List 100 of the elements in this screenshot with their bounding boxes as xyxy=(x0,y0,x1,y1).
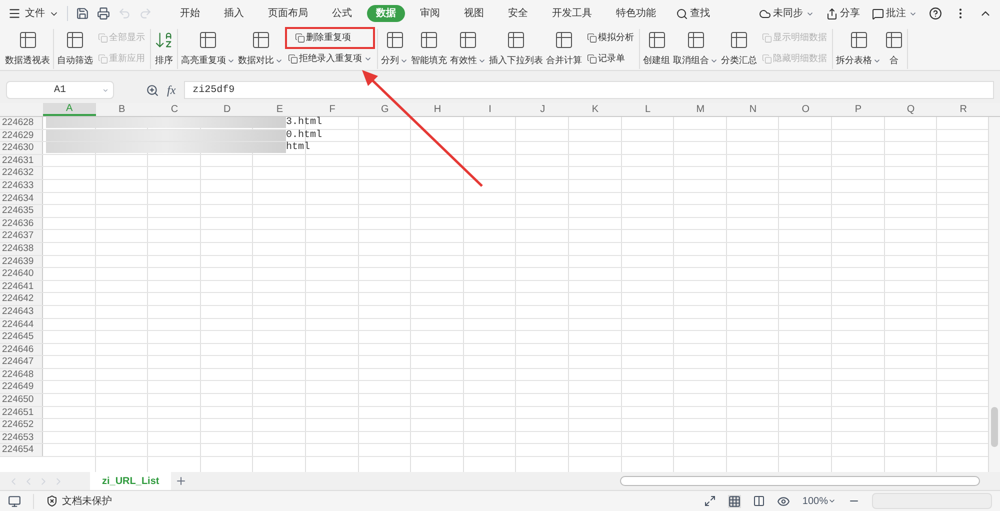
row-header[interactable]: 224645 xyxy=(0,331,43,343)
row-header[interactable]: 224648 xyxy=(0,368,43,380)
column-header[interactable]: Q xyxy=(884,103,938,116)
row-header[interactable]: 224653 xyxy=(0,432,43,444)
ribbon-button[interactable]: 取消组合 xyxy=(672,30,719,68)
vertical-scrollbar[interactable] xyxy=(988,117,1000,472)
ribbon-button[interactable]: 合并计算 xyxy=(545,30,583,68)
ribbon-tab[interactable]: 开发工具 xyxy=(543,5,601,22)
column-header[interactable]: I xyxy=(464,103,516,116)
row-header[interactable]: 224633 xyxy=(0,180,43,192)
toolbar-button[interactable]: 分享 xyxy=(826,6,860,21)
row-header[interactable]: 224646 xyxy=(0,344,43,356)
column-header[interactable]: F xyxy=(306,103,359,116)
row-header[interactable]: 224631 xyxy=(0,154,43,166)
row-header[interactable]: 224650 xyxy=(0,394,43,406)
row-header[interactable]: 224629 xyxy=(0,130,43,142)
column-header[interactable]: D xyxy=(200,103,254,116)
row-header[interactable]: 224639 xyxy=(0,256,43,268)
row-header[interactable]: 224651 xyxy=(0,406,43,418)
row-header[interactable]: 224652 xyxy=(0,419,43,431)
ribbon-button[interactable]: 数据透视表 xyxy=(4,30,51,68)
ribbon-button[interactable]: 有效性 xyxy=(449,30,487,68)
search-button[interactable]: 查找 xyxy=(676,6,710,21)
ribbon-tab[interactable]: 开始 xyxy=(171,5,209,22)
add-sheet-icon[interactable] xyxy=(175,475,188,487)
protection-status[interactable]: 文档未保护 xyxy=(33,494,112,508)
row-header[interactable]: 224638 xyxy=(0,242,43,255)
ribbon-button[interactable]: 智能填充 xyxy=(410,30,448,68)
file-menu[interactable]: 文件 xyxy=(8,6,68,21)
ribbon-button[interactable]: 拆分表格 xyxy=(835,30,882,68)
ribbon-tab[interactable]: 审阅 xyxy=(411,5,449,22)
zoom-level[interactable]: 100% xyxy=(802,494,836,508)
name-box[interactable]: A1 xyxy=(6,81,114,99)
column-header[interactable]: E xyxy=(253,103,306,116)
row-header[interactable]: 224640 xyxy=(0,268,43,280)
row-header[interactable]: 224641 xyxy=(0,280,43,292)
toolbar-button[interactable]: 批注 xyxy=(872,6,917,21)
ribbon-button[interactable]: 自动筛选 xyxy=(56,30,94,68)
ribbon-small-button[interactable]: 拒绝录入重复项 xyxy=(285,50,375,68)
row-header[interactable]: 224642 xyxy=(0,293,43,305)
eye-icon[interactable] xyxy=(777,494,790,508)
column-header[interactable]: L xyxy=(622,103,674,116)
ribbon-button[interactable]: 插入下拉列表 xyxy=(488,30,544,68)
zoom-icon[interactable] xyxy=(146,84,159,96)
column-header[interactable]: H xyxy=(411,103,464,116)
ribbon-tab[interactable]: 数据 xyxy=(367,5,405,22)
page-view-icon[interactable] xyxy=(753,495,766,507)
print-icon[interactable] xyxy=(97,7,110,20)
copy-icon xyxy=(288,54,298,64)
grid-view-icon[interactable] xyxy=(728,494,742,508)
ribbon-small-button[interactable]: 删除重复项 xyxy=(285,27,375,48)
column-header[interactable]: G xyxy=(358,103,412,116)
table-icon xyxy=(18,30,38,50)
column-header[interactable]: J xyxy=(516,103,569,116)
horizontal-scrollbar[interactable] xyxy=(620,476,980,486)
row-header[interactable]: 224644 xyxy=(0,318,43,330)
ribbon-button[interactable]: 高亮重复项 xyxy=(180,30,236,68)
fullscreen-icon[interactable] xyxy=(704,495,716,507)
row-header[interactable]: 224643 xyxy=(0,306,43,318)
help-icon[interactable] xyxy=(929,7,942,20)
ribbon-tab[interactable]: 页面布局 xyxy=(259,5,317,22)
ribbon-small-button[interactable]: 模拟分析 xyxy=(584,30,637,46)
ribbon-small-button[interactable]: 记录单 xyxy=(584,50,637,68)
toolbar-button[interactable]: 未同步 xyxy=(759,6,814,21)
row-header[interactable]: 224632 xyxy=(0,167,43,179)
row-header[interactable]: 224636 xyxy=(0,218,43,230)
ribbon-tab[interactable]: 插入 xyxy=(215,5,253,22)
ribbon-button[interactable]: 创建组 xyxy=(642,30,671,68)
ribbon-button[interactable]: 合 xyxy=(883,30,905,68)
monitor-icon[interactable] xyxy=(8,494,21,508)
ribbon-button[interactable]: 数据对比 xyxy=(237,30,284,68)
formula-field[interactable]: zi25df9 xyxy=(184,81,994,99)
ribbon-button[interactable]: 分类汇总 xyxy=(720,30,758,68)
column-header[interactable]: M xyxy=(674,103,727,116)
row-header[interactable]: 224647 xyxy=(0,356,43,368)
row-header[interactable]: 224634 xyxy=(0,192,43,204)
ribbon-tab[interactable]: 视图 xyxy=(455,5,493,22)
column-header[interactable]: O xyxy=(779,103,832,116)
column-header[interactable]: B xyxy=(96,103,148,116)
copy-icon xyxy=(762,54,772,64)
row-header[interactable]: 224649 xyxy=(0,381,43,394)
column-header[interactable]: R xyxy=(937,103,990,116)
row-header[interactable]: 224635 xyxy=(0,205,43,217)
column-header[interactable]: P xyxy=(832,103,884,116)
ribbon-button[interactable]: 分列 xyxy=(380,30,409,68)
column-header[interactable]: A xyxy=(43,103,96,116)
ribbon-tab[interactable]: 公式 xyxy=(323,5,361,22)
ribbon-tab[interactable]: 特色功能 xyxy=(607,5,665,22)
ribbon-tab[interactable]: 安全 xyxy=(499,5,537,22)
sheet-tab[interactable]: zi_URL_List xyxy=(90,472,172,490)
row-header[interactable]: 224637 xyxy=(0,230,43,242)
row-header[interactable]: 224654 xyxy=(0,444,43,456)
row-header[interactable]: 224628 xyxy=(0,117,43,129)
function-button[interactable]: fx xyxy=(167,81,176,99)
column-header[interactable]: K xyxy=(568,103,622,116)
save-icon[interactable] xyxy=(76,7,89,20)
ribbon-button[interactable]: 排序 xyxy=(153,30,175,68)
row-header[interactable]: 224630 xyxy=(0,142,43,154)
column-header[interactable]: C xyxy=(148,103,201,116)
column-header[interactable]: N xyxy=(726,103,780,116)
